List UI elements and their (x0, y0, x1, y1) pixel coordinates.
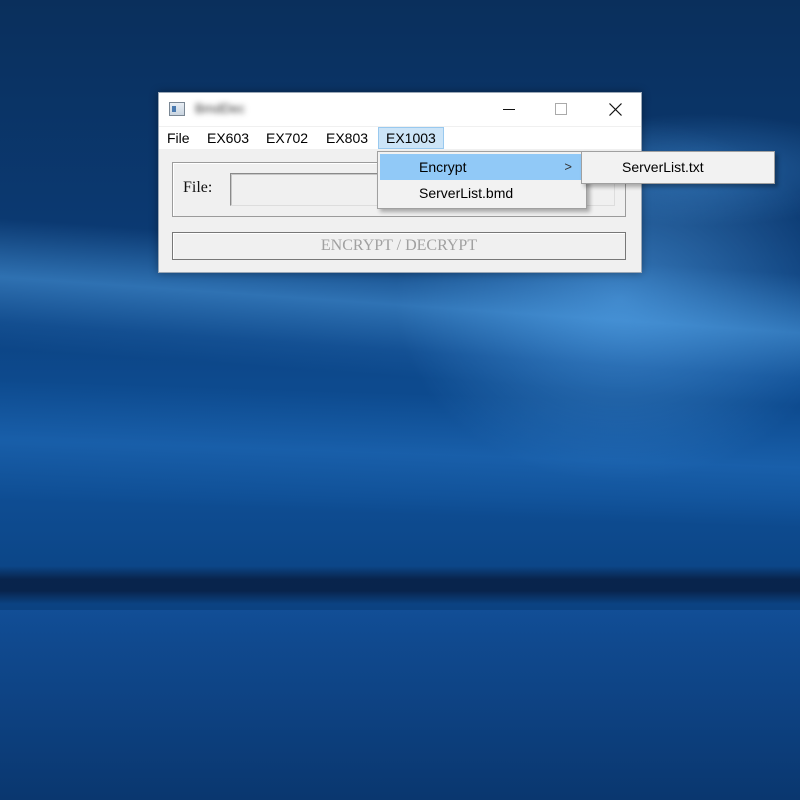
encrypt-submenu: ServerList.txt (581, 151, 775, 184)
title-bar[interactable]: BmdDec (159, 93, 641, 126)
menu-item-encrypt[interactable]: Encrypt > (380, 154, 584, 180)
wallpaper-glow (0, 610, 800, 800)
menu-item-label: ServerList.txt (622, 159, 704, 175)
file-label: File: (183, 179, 213, 196)
menu-item-label: Encrypt (419, 159, 467, 175)
menu-item-label: ServerList.bmd (419, 185, 514, 201)
wallpaper-light-beam (0, 377, 800, 533)
maximize-button[interactable] (537, 93, 583, 126)
window-title: BmdDec (195, 101, 245, 116)
minimize-icon (503, 109, 515, 110)
ex1003-dropdown-menu: Encrypt > ServerList.bmd (377, 151, 587, 209)
chevron-right-icon: > (564, 159, 572, 174)
maximize-icon (555, 103, 567, 115)
wallpaper-dark-band (0, 566, 800, 604)
menu-item-serverlist-bmd[interactable]: ServerList.bmd (380, 180, 584, 206)
menu-ex702[interactable]: EX702 (259, 127, 315, 149)
app-icon (169, 102, 185, 116)
menu-ex803[interactable]: EX803 (319, 127, 375, 149)
close-button[interactable] (592, 93, 638, 126)
close-icon (609, 103, 622, 116)
menu-file[interactable]: File (160, 127, 197, 149)
encrypt-decrypt-button[interactable]: ENCRYPT / DECRYPT (172, 232, 626, 260)
minimize-button[interactable] (486, 93, 532, 126)
menu-bar: File EX603 EX702 EX803 EX1003 (159, 127, 641, 149)
menu-ex603[interactable]: EX603 (200, 127, 256, 149)
menu-ex1003[interactable]: EX1003 (378, 127, 444, 149)
menu-item-serverlist-txt[interactable]: ServerList.txt (584, 154, 772, 181)
